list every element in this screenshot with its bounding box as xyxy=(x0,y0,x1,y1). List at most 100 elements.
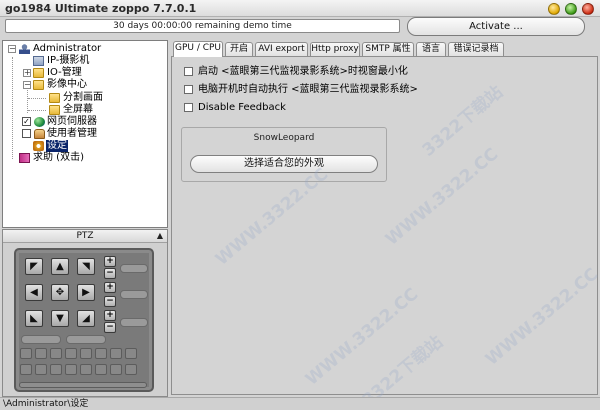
ptz-preset-key[interactable] xyxy=(20,348,32,359)
choose-skin-button[interactable]: 选择适合您的外观 xyxy=(190,155,378,173)
demo-time-bar: 30 days 00:00:00 remaining demo time xyxy=(5,19,400,33)
ptz-preset-key[interactable] xyxy=(65,364,77,375)
user-management-checkbox[interactable] xyxy=(22,129,31,138)
ptz-preset-key[interactable] xyxy=(50,348,62,359)
ptz-preset-key[interactable] xyxy=(50,364,62,375)
ptz-preset-key[interactable] xyxy=(35,348,47,359)
ptz-preset-key[interactable] xyxy=(35,364,47,375)
navigation-tree: − Administrator IP-摄影机 + IO-管理 − 影像中心 分割… xyxy=(2,40,168,228)
ptz-left-button[interactable]: ◀ xyxy=(25,284,43,301)
tree-item-help[interactable]: 求助 (双击) xyxy=(5,152,165,164)
watermark: WWW.3322.CC xyxy=(381,144,503,250)
ptz-up-button[interactable]: ▲ xyxy=(51,258,69,275)
ptz-preset-slot xyxy=(21,335,61,344)
ptz-zoom-out-button[interactable]: − xyxy=(104,268,116,279)
tree-item-user-management[interactable]: 使用者管理 xyxy=(5,128,165,140)
ptz-preset-key[interactable] xyxy=(20,364,32,375)
tab-language[interactable]: 语言 xyxy=(416,42,446,57)
folder-icon xyxy=(49,93,60,103)
ptz-bottom-bar xyxy=(19,382,147,388)
collapse-icon[interactable]: − xyxy=(8,45,16,53)
camera-icon xyxy=(33,56,44,66)
option-label: Disable Feedback xyxy=(198,102,286,113)
ptz-home-button[interactable]: ✥ xyxy=(51,284,69,301)
ptz-control-pad: ◤ ▲ ◥ ◀ ✥ ▶ ◣ ▼ ◢ + − + − + − xyxy=(14,248,154,392)
tree-item-label: 设定 xyxy=(46,140,68,152)
skin-group: SnowLeopard 选择适合您的外观 xyxy=(181,127,387,182)
option-label: 启动 <蓝眼第三代监视录影系统>时视窗最小化 xyxy=(198,66,408,77)
watermark: 3322下载站 xyxy=(418,82,507,161)
settings-tabs: GPU / CPU 开启 AVI export Http proxy SMTP … xyxy=(173,41,593,57)
folder-icon xyxy=(33,68,44,78)
minimize-on-start-checkbox[interactable] xyxy=(184,67,193,76)
tree-item-label: 影像中心 xyxy=(47,79,87,90)
ptz-iris-close-button[interactable]: − xyxy=(104,322,116,333)
folder-icon xyxy=(49,105,60,115)
settings-content: 启动 <蓝眼第三代监视录影系统>时视窗最小化 电脑开机时自动执行 <蓝眼第三代监… xyxy=(171,56,600,410)
tree-item-root[interactable]: − Administrator xyxy=(5,43,165,55)
minimize-button[interactable] xyxy=(548,3,560,15)
ptz-zoom-in-button[interactable]: + xyxy=(104,256,116,267)
demo-time-text: 30 days 00:00:00 remaining demo time xyxy=(113,21,292,31)
ptz-preset-key[interactable] xyxy=(80,348,92,359)
ptz-focus-in-button[interactable]: + xyxy=(104,282,116,293)
tab-smtp[interactable]: SMTP 属性 xyxy=(362,42,414,57)
tab-startup[interactable]: 开启 xyxy=(225,42,253,57)
maximize-button[interactable] xyxy=(565,3,577,15)
ptz-iris-slot xyxy=(120,318,148,327)
tree-item-label: IO-管理 xyxy=(47,67,82,78)
ptz-collapse-icon[interactable]: ▲ xyxy=(157,231,163,240)
tree-item-ip-camera[interactable]: IP-摄影机 xyxy=(5,55,165,67)
tree-item-fullscreen[interactable]: 全屏幕 xyxy=(5,104,165,116)
title-bar: go1984 Ultimate zoppo 7.7.0.1 xyxy=(0,0,600,17)
tree-guide-line xyxy=(28,110,46,111)
ptz-preset-key[interactable] xyxy=(125,364,137,375)
ptz-up-left-button[interactable]: ◤ xyxy=(25,258,43,275)
ptz-focus-out-button[interactable]: − xyxy=(104,296,116,307)
ptz-preset-key[interactable] xyxy=(80,364,92,375)
tree-item-settings[interactable]: 设定 xyxy=(5,140,165,152)
tab-gpu-cpu[interactable]: GPU / CPU xyxy=(173,41,223,57)
disable-feedback-checkbox[interactable] xyxy=(184,103,193,112)
tree-item-web-server[interactable]: ✓ 网页伺服器 xyxy=(5,116,165,128)
settings-icon xyxy=(33,141,44,151)
folder-open-icon xyxy=(33,80,44,90)
tab-error-log[interactable]: 错误记录档 xyxy=(448,42,504,57)
administrator-icon xyxy=(19,44,30,54)
ptz-title: PTZ xyxy=(76,231,94,241)
ptz-preset-key[interactable] xyxy=(95,348,107,359)
tree-guide-line xyxy=(28,98,46,99)
ptz-preset-key[interactable] xyxy=(125,348,137,359)
tree-item-label: IP-摄影机 xyxy=(47,55,90,66)
window-title: go1984 Ultimate zoppo 7.7.0.1 xyxy=(5,2,197,15)
ptz-down-left-button[interactable]: ◣ xyxy=(25,310,43,327)
tree-item-split-screen[interactable]: 分割画面 xyxy=(5,92,165,104)
ptz-preset-key[interactable] xyxy=(65,348,77,359)
help-book-icon xyxy=(19,153,30,163)
tree-item-label: Administrator xyxy=(33,43,102,54)
tree-item-label: 使用者管理 xyxy=(47,128,97,139)
tree-item-image-center[interactable]: − 影像中心 xyxy=(5,79,165,91)
tree-item-label: 分割画面 xyxy=(63,92,103,103)
expand-icon[interactable]: + xyxy=(23,69,31,77)
ptz-down-right-button[interactable]: ◢ xyxy=(77,310,95,327)
ptz-up-right-button[interactable]: ◥ xyxy=(77,258,95,275)
tab-http-proxy[interactable]: Http proxy xyxy=(310,42,360,57)
ptz-preset-key[interactable] xyxy=(95,364,107,375)
autostart-checkbox[interactable] xyxy=(184,85,193,94)
ptz-preset-key[interactable] xyxy=(110,348,122,359)
globe-icon xyxy=(34,117,45,127)
tree-item-io[interactable]: + IO-管理 xyxy=(5,67,165,79)
ptz-right-button[interactable]: ▶ xyxy=(77,284,95,301)
ptz-down-button[interactable]: ▼ xyxy=(51,310,69,327)
ptz-panel: PTZ ▲ ◤ ▲ ◥ ◀ ✥ ▶ ◣ ▼ ◢ + − + − + − xyxy=(2,229,168,397)
collapse-icon[interactable]: − xyxy=(23,81,31,89)
web-server-checkbox[interactable]: ✓ xyxy=(22,117,31,126)
close-button[interactable] xyxy=(582,3,594,15)
skin-name: SnowLeopard xyxy=(253,133,315,143)
activate-button[interactable]: Activate ... xyxy=(407,17,585,36)
users-icon xyxy=(34,129,45,139)
tab-avi-export[interactable]: AVI export xyxy=(255,42,308,57)
ptz-preset-key[interactable] xyxy=(110,364,122,375)
ptz-iris-open-button[interactable]: + xyxy=(104,310,116,321)
